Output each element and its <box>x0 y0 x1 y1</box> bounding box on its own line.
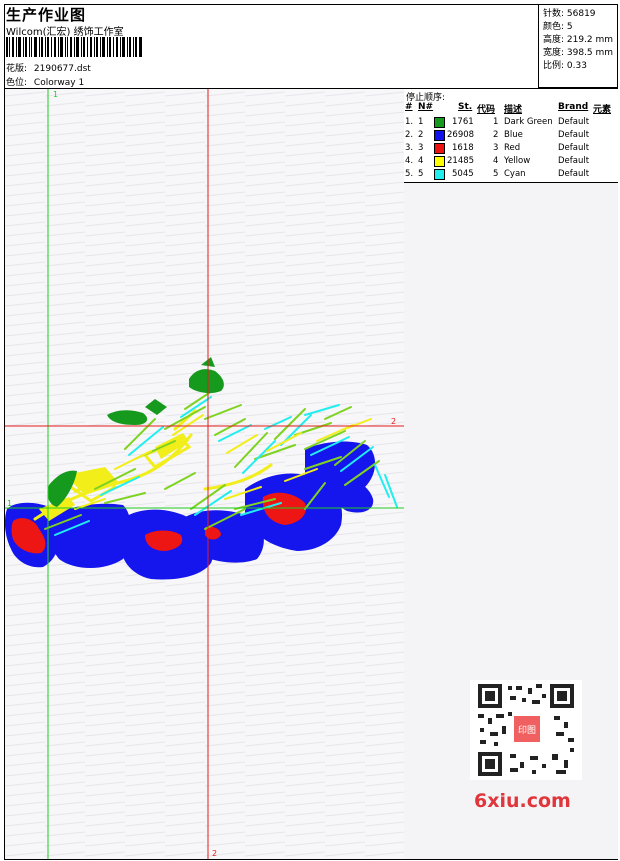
pattern-label: 花版: <box>6 64 28 74</box>
row-stitches: 5045 <box>452 169 474 179</box>
stat-scale: 比例: 0.33 <box>543 61 587 71</box>
row-desc: Blue <box>504 130 523 140</box>
row-code: 5 <box>493 169 499 179</box>
row-brand: Default <box>558 117 590 127</box>
row-desc: Dark Green <box>504 117 553 127</box>
table-row: 4. 4 21485 4 Yellow Default <box>404 155 618 168</box>
guide-marker-left: 1 <box>7 499 12 508</box>
watermark-logo: 6xiu.com <box>474 790 571 812</box>
colorway-label: 色位: <box>6 78 28 88</box>
guide-marker-bottom: 2 <box>212 849 217 858</box>
row-stitches: 26908 <box>447 130 475 140</box>
color-swatch <box>434 117 445 128</box>
color-swatch <box>434 156 445 167</box>
stat-width: 宽度: 398.5 mm <box>543 48 614 58</box>
row-n: 5 <box>418 169 424 179</box>
row-index: 4. <box>405 156 414 166</box>
table-row: 3. 3 1618 3 Red Default <box>404 142 618 155</box>
guide-marker-right: 2 <box>391 417 396 426</box>
col-header-stitches: St. <box>458 102 473 112</box>
row-stitches: 1618 <box>452 143 474 153</box>
row-stitches: 1761 <box>452 117 474 127</box>
col-header-element: 元素 <box>593 105 612 115</box>
color-swatch <box>434 130 445 141</box>
row-n: 4 <box>418 156 424 166</box>
row-code: 1 <box>493 117 499 127</box>
color-swatch <box>434 169 445 180</box>
col-header-brand: Brand <box>558 102 589 112</box>
col-header-desc: 描述 <box>504 105 523 115</box>
row-code: 4 <box>493 156 499 166</box>
row-index: 5. <box>405 169 414 179</box>
col-header-n: N# <box>418 102 434 112</box>
row-brand: Default <box>558 156 590 166</box>
row-desc: Cyan <box>504 169 526 179</box>
pattern-value: 2190677.dst <box>33 64 91 74</box>
embroidery-preview: 1 1 2 2 <box>5 89 404 859</box>
qr-stamp-text: 印图 <box>518 724 536 736</box>
barcode <box>6 37 142 57</box>
stat-height: 高度: 219.2 mm <box>543 35 614 45</box>
table-row: 2. 2 26908 2 Blue Default <box>404 129 618 142</box>
qr-code-image: 印图 <box>470 680 582 780</box>
col-header-index: # <box>405 102 413 112</box>
row-desc: Red <box>504 143 521 153</box>
row-n: 3 <box>418 143 424 153</box>
row-index: 2. <box>405 130 414 140</box>
row-stitches: 21485 <box>447 156 475 166</box>
row-brand: Default <box>558 130 590 140</box>
design-canvas: 1 1 2 2 <box>5 89 405 859</box>
col-header-code: 代码 <box>477 105 496 115</box>
stat-stitches: 针数: 56819 <box>543 9 596 19</box>
row-code: 2 <box>493 130 499 140</box>
guide-marker-top: 1 <box>53 90 58 99</box>
colorway-line: 色位: Colorway 1 <box>6 75 84 88</box>
table-row: 5. 5 5045 5 Cyan Default <box>404 168 618 181</box>
stat-colors: 颜色: 5 <box>543 22 573 32</box>
page-title: 生产作业图 <box>6 6 87 24</box>
row-index: 1. <box>405 117 414 127</box>
stats-box: 针数: 56819 颜色: 5 高度: 219.2 mm 宽度: 398.5 m… <box>538 4 618 88</box>
table-row: 1. 1 1761 1 Dark Green Default <box>404 116 618 129</box>
row-index: 3. <box>405 143 414 153</box>
row-n: 2 <box>418 130 424 140</box>
qr-code: 印图 <box>470 680 582 780</box>
row-n: 1 <box>418 117 424 127</box>
color-swatch <box>434 143 445 154</box>
pattern-line: 花版: 2190677.dst <box>6 61 91 74</box>
company-name: Wilcom(汇宏) 绣饰工作室 <box>6 27 124 38</box>
colorway-value: Colorway 1 <box>33 78 85 88</box>
row-brand: Default <box>558 169 590 179</box>
stop-sequence-table: 停止顺序: # N# St. 代码 描述 Brand 元素 1. 1 1761 … <box>404 89 618 183</box>
row-code: 3 <box>493 143 499 153</box>
row-desc: Yellow <box>504 156 531 166</box>
row-brand: Default <box>558 143 590 153</box>
